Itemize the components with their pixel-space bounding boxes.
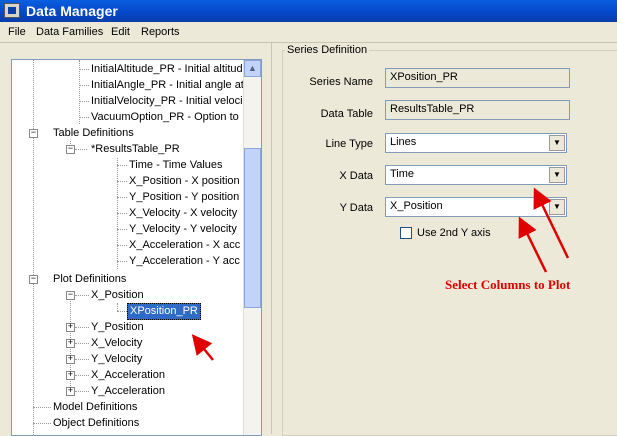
series-name-field[interactable]: XPosition_PR bbox=[385, 68, 570, 88]
tree-line bbox=[117, 213, 127, 214]
tree-item[interactable]: Y_Position - Y position bbox=[129, 190, 239, 205]
line-type-dropdown[interactable]: Lines ▼ bbox=[385, 133, 567, 153]
scrollbar-thumb[interactable] bbox=[244, 148, 261, 308]
y-data-dropdown[interactable]: X_Position ▼ bbox=[385, 197, 567, 217]
tree-item[interactable]: InitialAngle_PR - Initial angle at bbox=[91, 78, 244, 93]
expand-icon[interactable]: + bbox=[66, 355, 75, 364]
tree-line bbox=[117, 303, 118, 311]
tree-line bbox=[75, 391, 89, 392]
tree-item[interactable]: Y_Position bbox=[91, 320, 144, 335]
annotation-callout: Select Columns to Plot bbox=[445, 277, 571, 292]
tree-line bbox=[117, 197, 127, 198]
tree-item[interactable]: X_Velocity - X velocity bbox=[129, 206, 237, 221]
tree-item[interactable]: X_Acceleration - X acc bbox=[129, 238, 240, 253]
x-data-value: Time bbox=[390, 168, 415, 180]
tree-line bbox=[79, 101, 89, 102]
tree-line bbox=[75, 375, 89, 376]
panel-splitter[interactable] bbox=[271, 42, 278, 434]
expand-icon[interactable]: + bbox=[66, 387, 75, 396]
collapse-icon[interactable]: − bbox=[29, 275, 38, 284]
collapse-icon[interactable]: − bbox=[29, 129, 38, 138]
definitions-tree[interactable]: − − − − + + + + + InitialAltitude_PR - I… bbox=[11, 59, 262, 436]
tree-item[interactable]: X_Acceleration bbox=[91, 368, 165, 383]
collapse-icon[interactable]: − bbox=[66, 145, 75, 154]
app-icon bbox=[4, 3, 20, 18]
tree-line bbox=[117, 181, 127, 182]
tree-item[interactable]: Y_Velocity - Y velocity bbox=[129, 222, 237, 237]
expand-icon[interactable]: + bbox=[66, 323, 75, 332]
tree-item[interactable]: Table Definitions bbox=[53, 126, 134, 141]
tree-item[interactable]: Time - Time Values bbox=[129, 158, 223, 173]
tree-line bbox=[75, 149, 87, 150]
x-data-label: X Data bbox=[339, 170, 373, 182]
tree-item[interactable]: InitialAltitude_PR - Initial altitude bbox=[91, 62, 249, 77]
expand-icon[interactable]: + bbox=[66, 371, 75, 380]
second-y-axis-label: Use 2nd Y axis bbox=[417, 227, 491, 239]
data-table-field[interactable]: ResultsTable_PR bbox=[385, 100, 570, 120]
tree-item[interactable]: X_Position - X position bbox=[129, 174, 240, 189]
window-title: Data Manager bbox=[26, 3, 118, 19]
y-data-label: Y Data bbox=[339, 202, 373, 214]
menu-reports[interactable]: Reports bbox=[141, 26, 180, 38]
y-data-value: X_Position bbox=[390, 200, 443, 212]
tree-line bbox=[75, 343, 89, 344]
tree-item[interactable]: Model Definitions bbox=[53, 400, 137, 415]
menu-data-families[interactable]: Data Families bbox=[36, 26, 103, 38]
tree-item[interactable]: Y_Acceleration - Y acc bbox=[129, 254, 240, 269]
tree-item[interactable]: *ResultsTable_PR bbox=[91, 142, 180, 157]
tree-line bbox=[33, 407, 51, 408]
title-bar: Data Manager bbox=[0, 0, 617, 22]
series-name-label: Series Name bbox=[309, 76, 373, 88]
scroll-up-icon[interactable]: ▲ bbox=[244, 60, 261, 77]
tree-line bbox=[75, 295, 89, 296]
tree-line bbox=[117, 261, 127, 262]
tree-item-selected[interactable]: XPosition_PR bbox=[127, 303, 201, 320]
collapse-icon[interactable]: − bbox=[66, 291, 75, 300]
tree-line bbox=[117, 311, 127, 312]
series-definition-title: Series Definition bbox=[285, 44, 370, 56]
tree-line bbox=[117, 229, 127, 230]
tree-line bbox=[117, 165, 127, 166]
chevron-down-icon[interactable]: ▼ bbox=[549, 167, 565, 183]
tree-item[interactable]: X_Position bbox=[91, 288, 144, 303]
tree-line bbox=[79, 85, 89, 86]
tree-item[interactable]: Plot Definitions bbox=[53, 272, 126, 287]
tree-item[interactable]: InitialVelocity_PR - Initial veloci bbox=[91, 94, 243, 109]
menu-edit[interactable]: Edit bbox=[111, 26, 130, 38]
tree-item[interactable]: Object Definitions bbox=[53, 416, 139, 431]
chevron-down-icon[interactable]: ▼ bbox=[549, 135, 565, 151]
tree-item[interactable]: Y_Velocity bbox=[91, 352, 142, 367]
tree-line bbox=[33, 423, 51, 424]
tree-line bbox=[79, 117, 89, 118]
expand-icon[interactable]: + bbox=[66, 339, 75, 348]
tree-line bbox=[75, 359, 89, 360]
x-data-dropdown[interactable]: Time ▼ bbox=[385, 165, 567, 185]
tree-item[interactable]: Y_Acceleration bbox=[91, 384, 165, 399]
tree-line bbox=[117, 245, 127, 246]
menu-file[interactable]: File bbox=[8, 26, 26, 38]
tree-line bbox=[33, 60, 34, 435]
line-type-value: Lines bbox=[390, 136, 417, 148]
tree-line bbox=[75, 327, 89, 328]
second-y-axis-checkbox[interactable] bbox=[400, 227, 412, 239]
tree-scrollbar[interactable]: ▲ bbox=[243, 60, 261, 435]
chevron-down-icon[interactable]: ▼ bbox=[549, 199, 565, 215]
menu-bar: File Data Families Edit Reports bbox=[0, 22, 617, 43]
tree-item[interactable]: VacuumOption_PR - Option to bbox=[91, 110, 239, 125]
line-type-label: Line Type bbox=[325, 138, 373, 150]
data-table-label: Data Table bbox=[320, 108, 373, 120]
tree-item[interactable]: X_Velocity bbox=[91, 336, 142, 351]
tree-line bbox=[79, 69, 89, 70]
